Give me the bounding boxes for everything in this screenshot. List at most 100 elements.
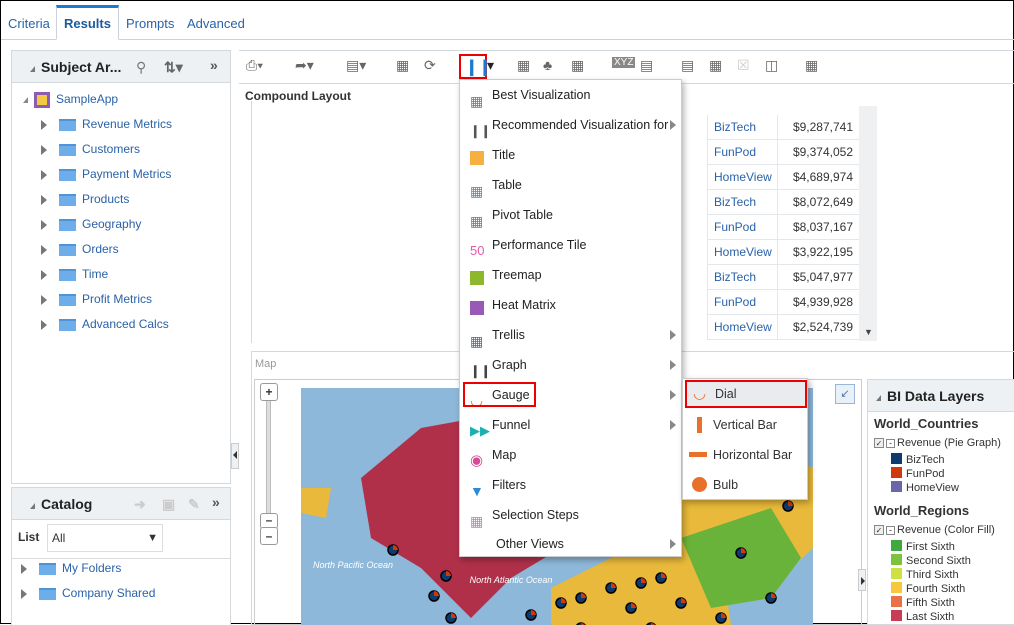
table-cell-brand[interactable]: BizTech bbox=[707, 190, 777, 215]
table-cell-brand[interactable]: HomeView bbox=[707, 165, 777, 190]
checkbox-checked-icon[interactable]: ✓ bbox=[874, 525, 884, 535]
catalog-item-my-folders[interactable]: My Folders bbox=[21, 558, 121, 578]
add-section-icon[interactable]: ▤ bbox=[681, 57, 694, 74]
menu-item-recommended-visualization-for[interactable]: ❙❙ Recommended Visualization for bbox=[464, 111, 678, 139]
swap-icon[interactable]: ▦ bbox=[709, 57, 722, 74]
sort-icon[interactable]: ⇅▾ bbox=[164, 51, 183, 83]
table-cell-brand[interactable]: HomeView bbox=[707, 240, 777, 265]
tab-criteria[interactable]: Criteria bbox=[1, 5, 57, 40]
collapse-icon[interactable]: - bbox=[886, 526, 895, 535]
tree-root[interactable]: SampleApp bbox=[23, 89, 118, 109]
properties-icon[interactable]: ▣ bbox=[162, 488, 175, 520]
tree-item[interactable]: Orders bbox=[41, 239, 119, 259]
export-icon[interactable]: ➦▾ bbox=[295, 57, 314, 74]
expand-arrow-icon[interactable] bbox=[41, 194, 47, 205]
menu-item-trellis[interactable]: ▦ Trellis bbox=[464, 321, 678, 349]
table-cell-brand[interactable]: BizTech bbox=[707, 115, 777, 140]
tree-item[interactable]: Time bbox=[41, 264, 108, 284]
menu-item-treemap[interactable]: Treemap bbox=[464, 261, 678, 289]
expand-arrow-icon[interactable] bbox=[41, 169, 47, 180]
menu-item-other-views[interactable]: Other Views bbox=[464, 530, 678, 558]
menu-item-filters[interactable]: ▼ Filters bbox=[464, 471, 678, 499]
expand-arrow-icon[interactable] bbox=[41, 144, 47, 155]
search-icon[interactable]: ⚲ bbox=[136, 51, 146, 83]
expand-icon[interactable]: » bbox=[210, 49, 218, 81]
submenu-item-dial[interactable]: ◡ Dial bbox=[685, 380, 807, 408]
add-calc-icon[interactable]: ▦ bbox=[517, 57, 530, 74]
heat-matrix-icon bbox=[470, 297, 486, 315]
list-select[interactable]: All ▼ bbox=[47, 524, 163, 552]
table-cell-brand[interactable]: BizTech bbox=[707, 265, 777, 290]
expand-icon[interactable]: » bbox=[212, 486, 220, 518]
tree-item[interactable]: Customers bbox=[41, 139, 140, 159]
zoom-out-button[interactable]: – bbox=[260, 527, 278, 545]
legend-entry: BizTech bbox=[891, 453, 945, 467]
menu-item-graph[interactable]: ❙❙ Graph bbox=[464, 351, 678, 379]
map-icon: ◉ bbox=[470, 452, 484, 469]
add-group-icon[interactable]: ♣ bbox=[543, 57, 552, 73]
tree-item[interactable]: Revenue Metrics bbox=[41, 114, 172, 134]
layer-toggle[interactable]: ✓ - Revenue (Color Fill) bbox=[874, 523, 995, 537]
menu-item-label: Title bbox=[492, 148, 516, 162]
table-cell-brand[interactable]: HomeView bbox=[707, 315, 777, 340]
menu-item-table[interactable]: ▦ Table bbox=[464, 171, 678, 199]
list-label: List bbox=[18, 530, 40, 544]
collapse-splitter[interactable] bbox=[231, 443, 239, 469]
menu-item-selection-steps[interactable]: ▦ Selection Steps bbox=[464, 501, 678, 529]
table-cell-brand[interactable]: FunPod bbox=[707, 290, 777, 315]
tree-item[interactable]: Geography bbox=[41, 214, 141, 234]
tab-results[interactable]: Results bbox=[56, 5, 119, 40]
selection-steps-icon[interactable]: ▦ bbox=[805, 57, 818, 74]
panel-title: BI Data Layers bbox=[887, 388, 985, 404]
expand-arrow-icon[interactable] bbox=[41, 119, 47, 130]
menu-item-funnel[interactable]: ▶▶ Funnel bbox=[464, 411, 678, 439]
text-icon[interactable]: ▤ bbox=[640, 57, 653, 74]
tree-item[interactable]: Products bbox=[41, 189, 129, 209]
tree-item-label: Orders bbox=[82, 242, 119, 256]
tree-item[interactable]: Payment Metrics bbox=[41, 164, 171, 184]
checkbox-checked-icon[interactable]: ✓ bbox=[874, 438, 884, 448]
zoom-slider[interactable]: + – – bbox=[260, 383, 278, 545]
expand-arrow-icon[interactable] bbox=[41, 294, 47, 305]
new-view-dropdown-icon[interactable]: ▾ bbox=[487, 57, 494, 74]
xyz-icon[interactable]: XYZ bbox=[612, 57, 636, 68]
submenu-item-horizontal-bar[interactable]: Horizontal Bar bbox=[687, 441, 805, 469]
expand-arrow-icon[interactable] bbox=[41, 319, 47, 330]
expand-arrow-icon[interactable] bbox=[41, 244, 47, 255]
layer-name: Revenue (Pie Graph) bbox=[897, 437, 1001, 449]
table-cell-brand[interactable]: FunPod bbox=[707, 215, 777, 240]
layer-toggle[interactable]: ✓ - Revenue (Pie Graph) bbox=[874, 436, 1001, 450]
menu-item-performance-tile[interactable]: 50 Performance Tile bbox=[464, 231, 678, 259]
go-icon[interactable]: ➜ bbox=[134, 488, 146, 520]
refresh-data-icon[interactable]: ▦ bbox=[396, 57, 409, 74]
table-cell-brand[interactable]: FunPod bbox=[707, 140, 777, 165]
filter-icon: ▼ bbox=[470, 483, 484, 499]
refresh-icon[interactable]: ⟳ bbox=[424, 57, 436, 74]
expand-arrow-icon[interactable] bbox=[41, 269, 47, 280]
menu-item-map[interactable]: ◉ Map bbox=[464, 441, 678, 469]
edit-icon[interactable]: ✎ bbox=[188, 488, 200, 520]
submenu-item-bulb[interactable]: Bulb bbox=[687, 471, 805, 499]
tab-prompts[interactable]: Prompts bbox=[119, 5, 181, 40]
menu-item-title[interactable]: Title bbox=[464, 141, 678, 169]
delete-icon[interactable]: ☒ bbox=[737, 57, 750, 74]
tree-item[interactable]: Profit Metrics bbox=[41, 289, 152, 309]
catalog-item-company-shared[interactable]: Company Shared bbox=[21, 583, 155, 603]
add-calc-item-icon[interactable]: ▦ bbox=[571, 57, 584, 74]
menu-item-heat-matrix[interactable]: Heat Matrix bbox=[464, 291, 678, 319]
submenu-item-vertical-bar[interactable]: Vertical Bar bbox=[687, 411, 805, 439]
menu-item-pivot-table[interactable]: ▦ Pivot Table bbox=[464, 201, 678, 229]
layout-icon[interactable]: ◫ bbox=[765, 57, 778, 74]
tab-advanced[interactable]: Advanced bbox=[180, 5, 252, 40]
collapse-map-icon[interactable]: ↙ bbox=[835, 384, 855, 404]
tree-item[interactable]: Advanced Calcs bbox=[41, 314, 169, 334]
layers-splitter[interactable] bbox=[858, 569, 866, 591]
print-icon[interactable]: ⎙▾ bbox=[246, 57, 263, 74]
collapse-icon[interactable]: - bbox=[886, 439, 895, 448]
new-view-button[interactable]: ❙❙ bbox=[459, 54, 492, 79]
schedule-icon[interactable]: ▤▾ bbox=[346, 57, 366, 74]
table-scrollbar[interactable]: ▼ bbox=[859, 106, 877, 341]
zoom-in-button[interactable]: + bbox=[260, 383, 278, 401]
expand-arrow-icon[interactable] bbox=[41, 219, 47, 230]
menu-item-best-visualization[interactable]: ▦ Best Visualization bbox=[464, 81, 678, 109]
